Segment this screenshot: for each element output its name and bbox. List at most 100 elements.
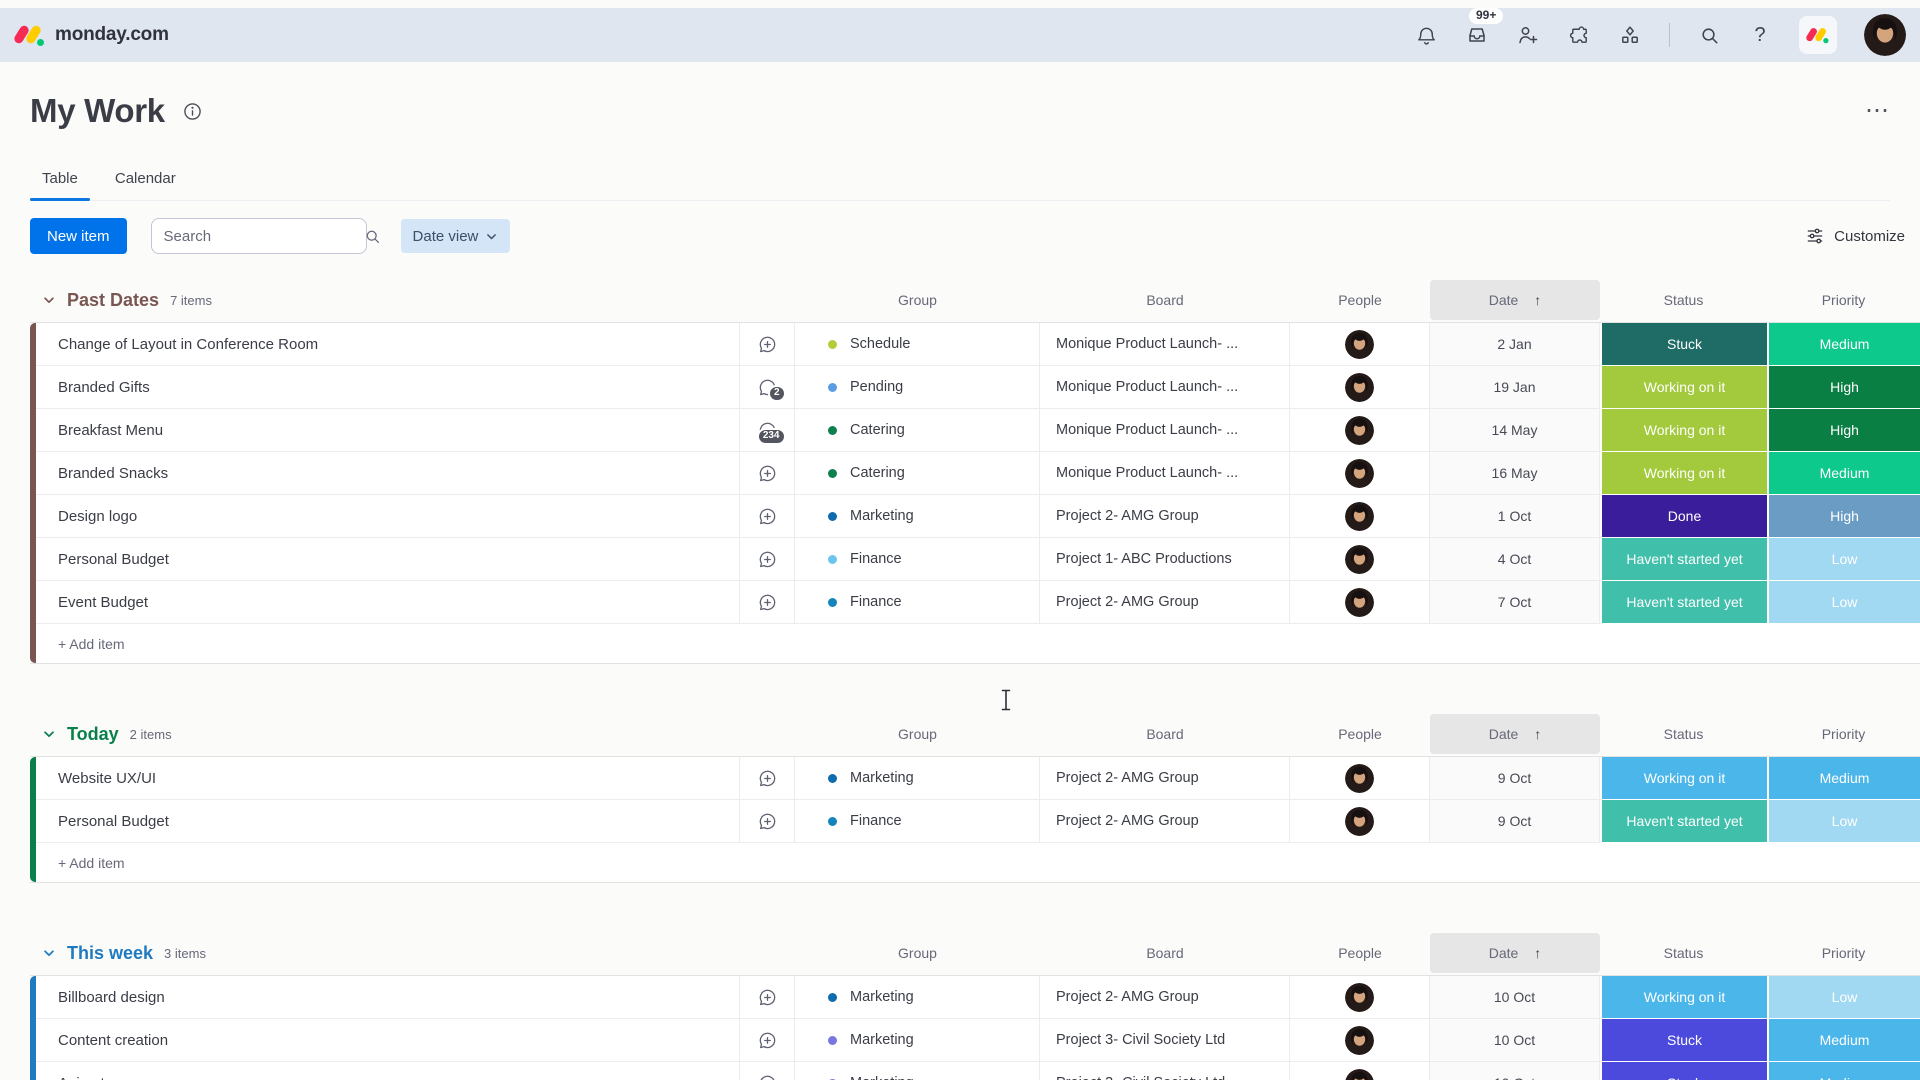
- group-title[interactable]: This week: [67, 943, 153, 964]
- group-cell[interactable]: Pending: [795, 366, 1040, 409]
- help-icon[interactable]: ?: [1748, 23, 1772, 47]
- table-row[interactable]: Branded Gifts 2 Pending Monique Product …: [30, 366, 1920, 409]
- assignee-avatar[interactable]: [1345, 330, 1374, 359]
- item-name[interactable]: Branded Gifts: [36, 366, 740, 409]
- status-cell[interactable]: Working on it: [1600, 409, 1767, 452]
- add-update-icon[interactable]: [757, 768, 778, 789]
- group-cell[interactable]: Marketing: [795, 1062, 1040, 1080]
- group-cell[interactable]: Schedule: [795, 323, 1040, 366]
- column-header-board[interactable]: Board: [1040, 280, 1290, 320]
- add-update-icon[interactable]: [757, 1030, 778, 1051]
- people-cell[interactable]: [1290, 538, 1430, 581]
- people-cell[interactable]: [1290, 366, 1430, 409]
- monday-home-icon[interactable]: [1799, 16, 1837, 54]
- assignee-avatar[interactable]: [1345, 983, 1374, 1012]
- item-name[interactable]: Design logo: [36, 495, 740, 538]
- collapse-group-chevron-icon[interactable]: [42, 946, 56, 960]
- item-name[interactable]: Personal Budget: [36, 800, 740, 843]
- status-cell[interactable]: Working on it: [1600, 976, 1767, 1019]
- group-cell[interactable]: Finance: [795, 800, 1040, 843]
- group-cell[interactable]: Marketing: [795, 757, 1040, 800]
- group-cell[interactable]: Finance: [795, 581, 1040, 624]
- item-name[interactable]: Change of Layout in Conference Room: [36, 323, 740, 366]
- people-cell[interactable]: [1290, 495, 1430, 538]
- add-item-button[interactable]: + Add item: [36, 624, 1920, 663]
- assignee-avatar[interactable]: [1345, 1069, 1374, 1080]
- board-cell[interactable]: Project 3- Civil Society Ltd: [1040, 1019, 1290, 1062]
- invite-members-icon[interactable]: [1516, 23, 1540, 47]
- group-cell[interactable]: Catering: [795, 409, 1040, 452]
- assignee-avatar[interactable]: [1345, 459, 1374, 488]
- board-cell[interactable]: Monique Product Launch- ...: [1040, 323, 1290, 366]
- people-cell[interactable]: [1290, 452, 1430, 495]
- priority-cell[interactable]: Low: [1767, 800, 1920, 843]
- search-icon[interactable]: [1697, 23, 1721, 47]
- search-input[interactable]: [164, 228, 363, 245]
- column-header-status[interactable]: Status: [1600, 933, 1767, 973]
- date-cell[interactable]: 16 May: [1430, 452, 1600, 495]
- tab-calendar[interactable]: Calendar: [115, 160, 176, 200]
- sort-ascending-icon[interactable]: ↑: [1534, 726, 1541, 742]
- column-header-date[interactable]: Date↑: [1430, 933, 1600, 973]
- sort-ascending-icon[interactable]: ↑: [1534, 945, 1541, 961]
- assignee-avatar[interactable]: [1345, 1026, 1374, 1055]
- table-row[interactable]: Branded Snacks Catering Monique Product …: [30, 452, 1920, 495]
- priority-cell[interactable]: Medium: [1767, 757, 1920, 800]
- item-name[interactable]: Website UX/UI: [36, 757, 740, 800]
- people-cell[interactable]: [1290, 409, 1430, 452]
- group-cell[interactable]: Marketing: [795, 976, 1040, 1019]
- status-cell[interactable]: Haven't started yet: [1600, 538, 1767, 581]
- people-cell[interactable]: [1290, 757, 1430, 800]
- user-avatar[interactable]: [1864, 14, 1906, 56]
- status-cell[interactable]: Stuck: [1600, 1062, 1767, 1080]
- people-cell[interactable]: [1290, 1062, 1430, 1080]
- priority-cell[interactable]: Medium: [1767, 452, 1920, 495]
- date-cell[interactable]: 14 May: [1430, 409, 1600, 452]
- column-header-priority[interactable]: Priority: [1767, 714, 1920, 754]
- new-item-button[interactable]: New item: [30, 218, 127, 254]
- add-update-icon[interactable]: [757, 592, 778, 613]
- group-cell[interactable]: Marketing: [795, 495, 1040, 538]
- assignee-avatar[interactable]: [1345, 764, 1374, 793]
- people-cell[interactable]: [1290, 581, 1430, 624]
- board-cell[interactable]: Project 2- AMG Group: [1040, 757, 1290, 800]
- assignee-avatar[interactable]: [1345, 502, 1374, 531]
- priority-cell[interactable]: Medium: [1767, 1062, 1920, 1080]
- column-header-people[interactable]: People: [1290, 714, 1430, 754]
- notifications-bell-icon[interactable]: [1414, 23, 1438, 47]
- assignee-avatar[interactable]: [1345, 588, 1374, 617]
- board-cell[interactable]: Project 2- AMG Group: [1040, 800, 1290, 843]
- info-icon[interactable]: [183, 102, 202, 121]
- table-row[interactable]: Animators Marketing Project 3- Civil Soc…: [30, 1062, 1920, 1080]
- add-update-icon[interactable]: [757, 1073, 778, 1080]
- assignee-avatar[interactable]: [1345, 416, 1374, 445]
- date-cell[interactable]: 1 Oct: [1430, 495, 1600, 538]
- group-cell[interactable]: Marketing: [795, 1019, 1040, 1062]
- column-header-group[interactable]: Group: [795, 280, 1040, 320]
- priority-cell[interactable]: Low: [1767, 581, 1920, 624]
- column-header-board[interactable]: Board: [1040, 933, 1290, 973]
- column-header-people[interactable]: People: [1290, 933, 1430, 973]
- board-cell[interactable]: Project 2- AMG Group: [1040, 581, 1290, 624]
- add-update-icon[interactable]: [757, 506, 778, 527]
- column-header-group[interactable]: Group: [795, 933, 1040, 973]
- board-cell[interactable]: Monique Product Launch- ...: [1040, 409, 1290, 452]
- item-name[interactable]: Personal Budget: [36, 538, 740, 581]
- date-cell[interactable]: 7 Oct: [1430, 581, 1600, 624]
- date-cell[interactable]: 2 Jan: [1430, 323, 1600, 366]
- date-cell[interactable]: 9 Oct: [1430, 757, 1600, 800]
- item-name[interactable]: Billboard design: [36, 976, 740, 1019]
- customize-button[interactable]: Customize: [1805, 226, 1905, 246]
- add-update-icon[interactable]: [757, 549, 778, 570]
- priority-cell[interactable]: Medium: [1767, 323, 1920, 366]
- item-name[interactable]: Breakfast Menu: [36, 409, 740, 452]
- add-item-button[interactable]: + Add item: [36, 843, 1920, 882]
- table-row[interactable]: Change of Layout in Conference Room Sche…: [30, 323, 1920, 366]
- product-switcher-icon[interactable]: [1618, 23, 1642, 47]
- board-cell[interactable]: Project 2- AMG Group: [1040, 976, 1290, 1019]
- status-cell[interactable]: Stuck: [1600, 1019, 1767, 1062]
- column-header-group[interactable]: Group: [795, 714, 1040, 754]
- more-options-icon[interactable]: ⋯: [1865, 106, 1890, 116]
- assignee-avatar[interactable]: [1345, 807, 1374, 836]
- board-cell[interactable]: Project 3- Civil Society Ltd: [1040, 1062, 1290, 1080]
